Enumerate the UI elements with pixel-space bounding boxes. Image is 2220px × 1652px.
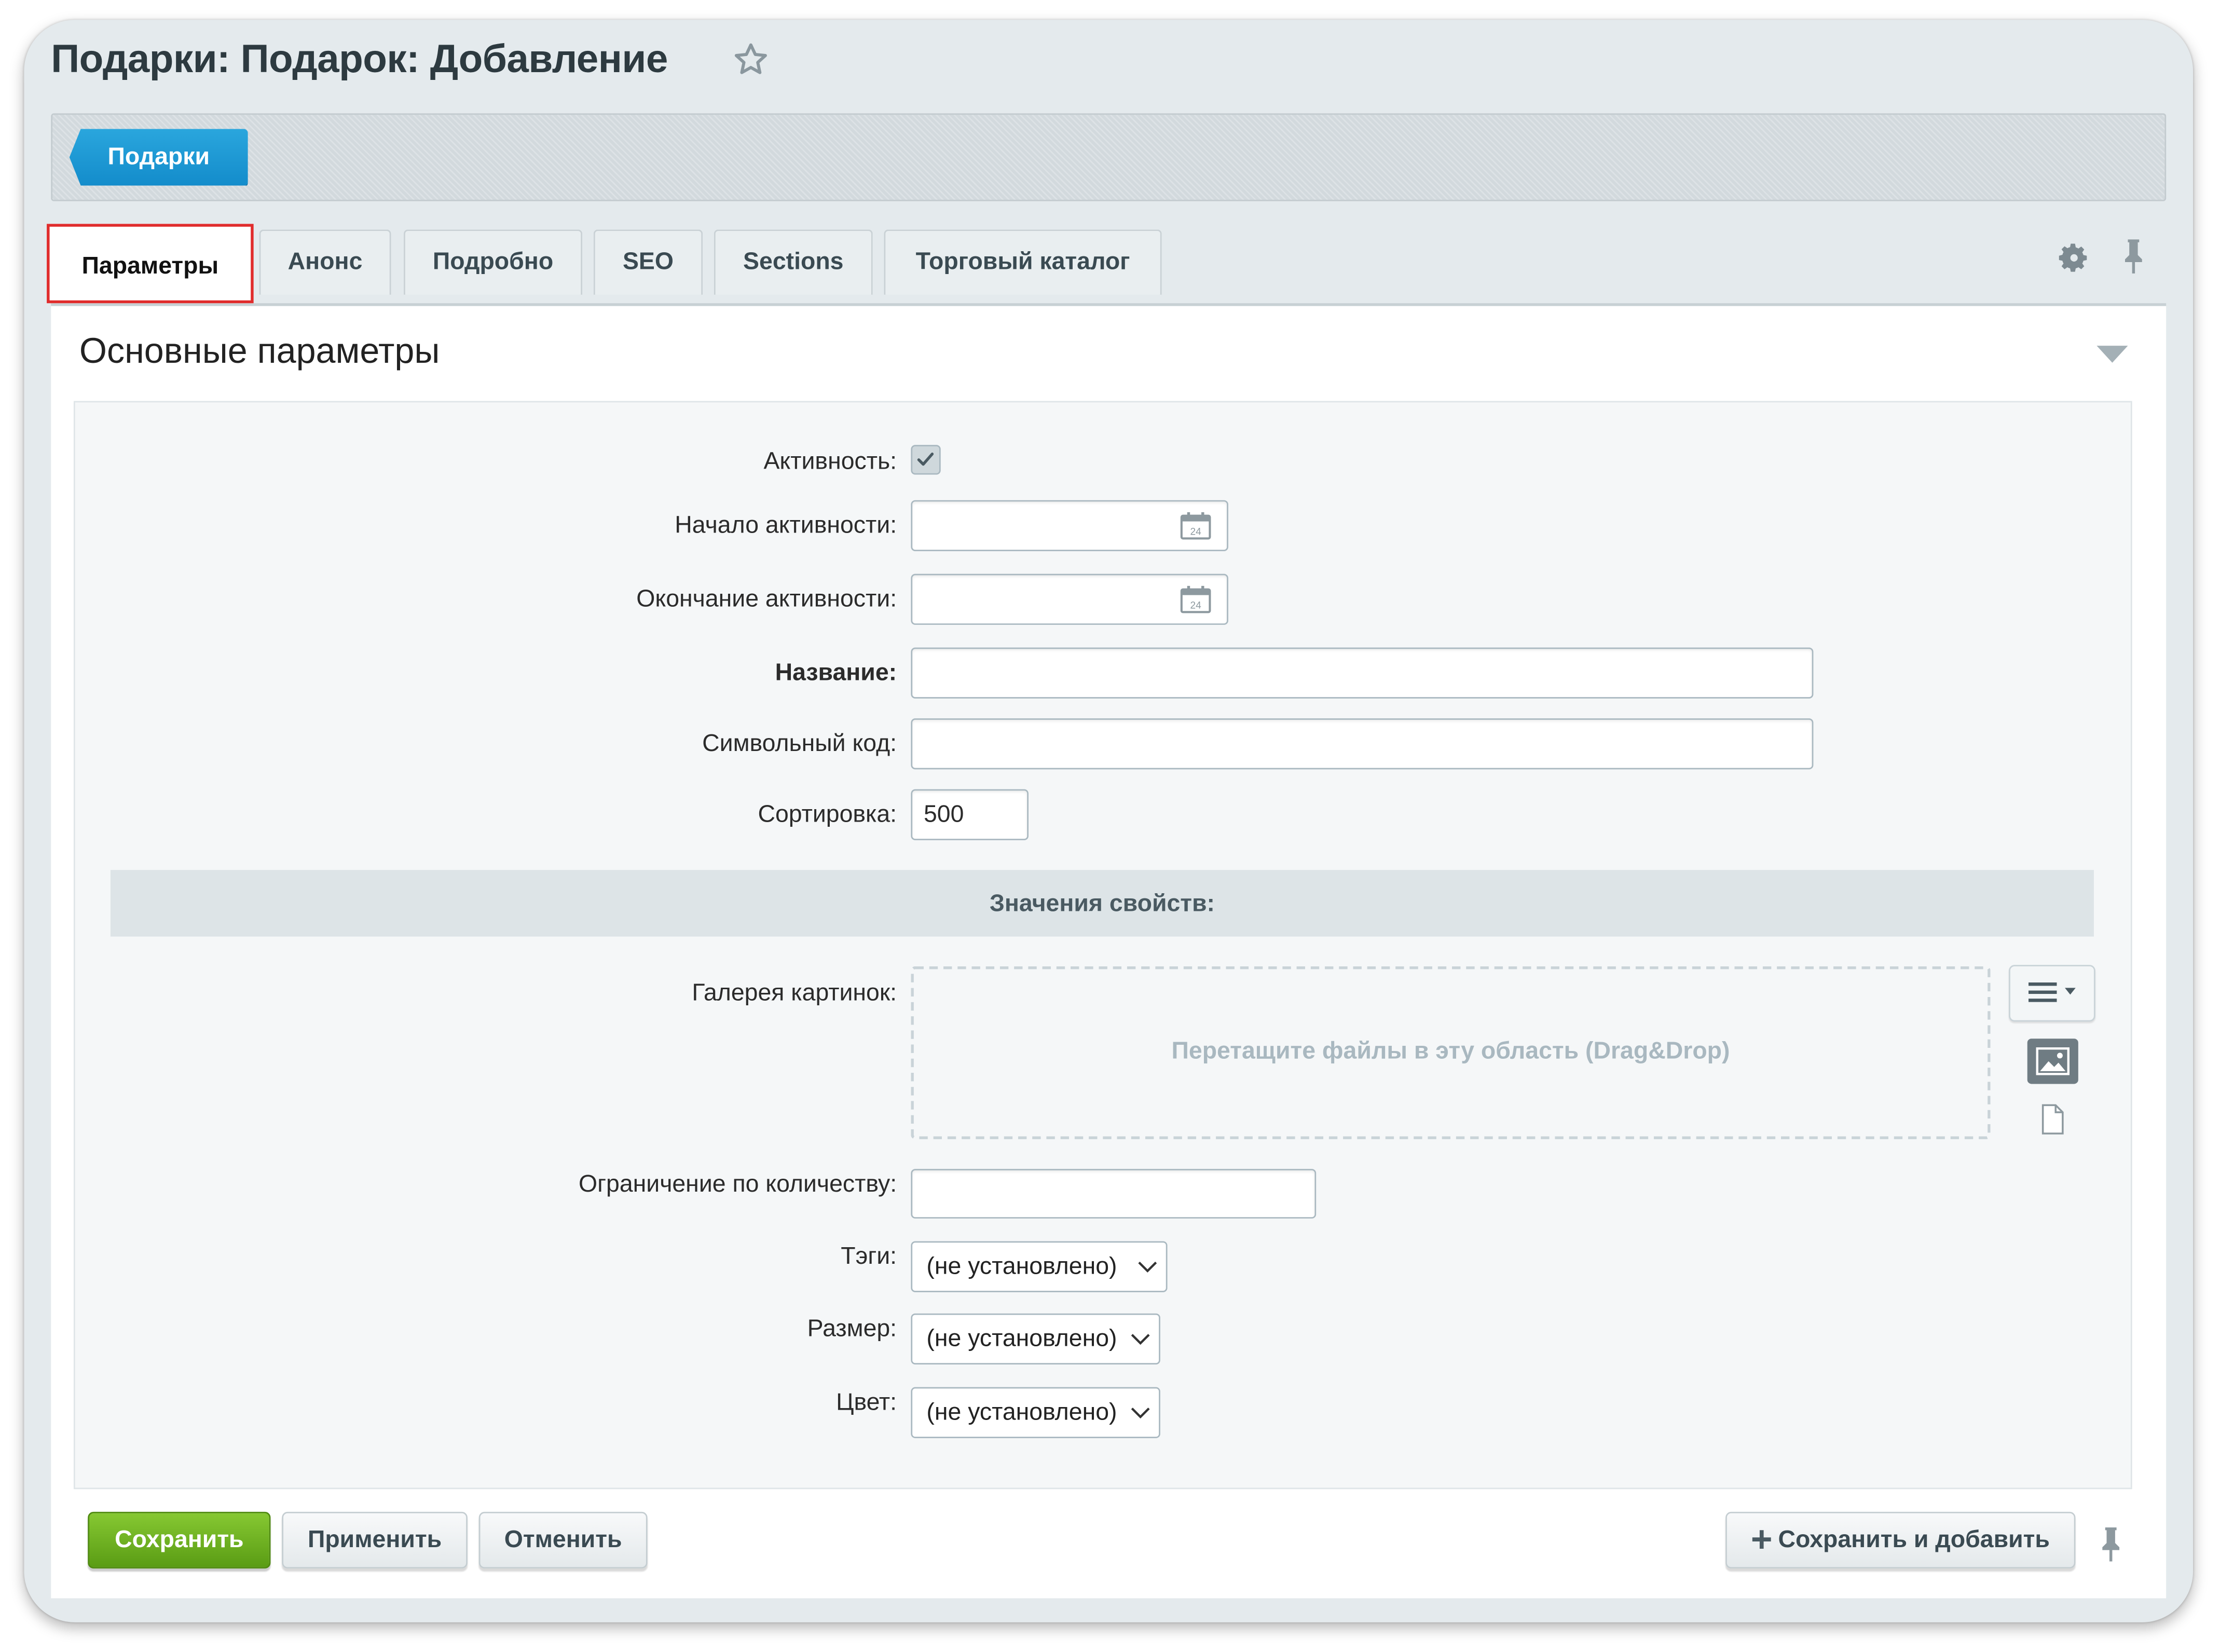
- save-button[interactable]: Сохранить: [88, 1511, 271, 1569]
- file-icon[interactable]: [2040, 1104, 2065, 1135]
- name-input[interactable]: [911, 647, 1814, 699]
- color-select-value: (не установлено): [926, 1398, 1117, 1426]
- calendar-icon[interactable]: 24: [1180, 585, 1211, 613]
- properties-header: Значения свойств:: [110, 870, 2094, 937]
- tab-parameters[interactable]: Параметры: [47, 224, 254, 304]
- tab-announce[interactable]: Анонс: [259, 229, 391, 295]
- tab-sections[interactable]: Sections: [714, 229, 873, 295]
- menu-icon: [2029, 982, 2076, 1002]
- pin-icon[interactable]: [2098, 1526, 2123, 1563]
- limit-input[interactable]: [911, 1169, 1317, 1219]
- page-title: Подарки: Подарок: Добавление: [51, 36, 668, 81]
- active-label: Активность:: [763, 447, 897, 475]
- limit-label: Ограничение по количеству:: [578, 1170, 897, 1197]
- calendar-icon[interactable]: 24: [1180, 512, 1211, 540]
- tags-label: Тэги:: [841, 1243, 897, 1270]
- gallery-menu-button[interactable]: [2009, 965, 2095, 1022]
- svg-text:24: 24: [1190, 527, 1201, 538]
- active-checkbox[interactable]: [911, 445, 941, 475]
- checkmark-icon: [917, 453, 934, 466]
- star-icon[interactable]: [732, 41, 769, 78]
- cancel-button[interactable]: Отменить: [478, 1511, 648, 1569]
- code-input[interactable]: [911, 718, 1814, 770]
- chevron-down-icon: [1131, 1334, 1150, 1345]
- chevron-down-icon: [1138, 1261, 1157, 1273]
- plus-icon: [1752, 1530, 1772, 1549]
- chevron-down-icon: [1131, 1408, 1150, 1419]
- section-title: Основные параметры: [79, 331, 440, 372]
- code-label: Символьный код:: [702, 729, 897, 757]
- gear-icon[interactable]: [2057, 241, 2091, 275]
- gallery-label: Галерея картинок:: [692, 979, 897, 1006]
- active-to-label: Окончание активности:: [636, 585, 897, 612]
- size-label: Размер:: [807, 1315, 897, 1342]
- size-select-value: (не установлено): [926, 1325, 1117, 1352]
- breadcrumb-bar: Подарки: [51, 113, 2167, 201]
- name-label: Название:: [775, 659, 897, 686]
- size-select[interactable]: (не установлено): [911, 1313, 1160, 1364]
- apply-button[interactable]: Применить: [282, 1511, 468, 1569]
- pin-icon[interactable]: [2121, 238, 2146, 275]
- tab-trade-catalog[interactable]: Торговый каталог: [884, 229, 1162, 295]
- image-icon[interactable]: [2027, 1039, 2078, 1084]
- save-and-add-label: Сохранить и добавить: [1778, 1526, 2050, 1553]
- tags-select[interactable]: (не установлено): [911, 1241, 1168, 1292]
- gallery-dropzone[interactable]: Перетащите файлы в эту область (Drag&Dro…: [911, 966, 1991, 1139]
- save-and-add-button[interactable]: Сохранить и добавить: [1725, 1511, 2076, 1569]
- active-from-label: Начало активности:: [675, 511, 897, 539]
- tab-seo[interactable]: SEO: [593, 229, 703, 295]
- breadcrumb-link-gifts[interactable]: Подарки: [69, 129, 248, 186]
- svg-text:24: 24: [1190, 600, 1201, 611]
- tab-details[interactable]: Подробно: [404, 229, 583, 295]
- sort-input[interactable]: 500: [911, 789, 1029, 840]
- collapse-arrow-icon[interactable]: [2095, 344, 2130, 364]
- color-select[interactable]: (не установлено): [911, 1387, 1160, 1438]
- sort-label: Сортировка:: [758, 800, 897, 828]
- tags-select-value: (не установлено): [926, 1252, 1117, 1280]
- color-label: Цвет:: [836, 1388, 897, 1416]
